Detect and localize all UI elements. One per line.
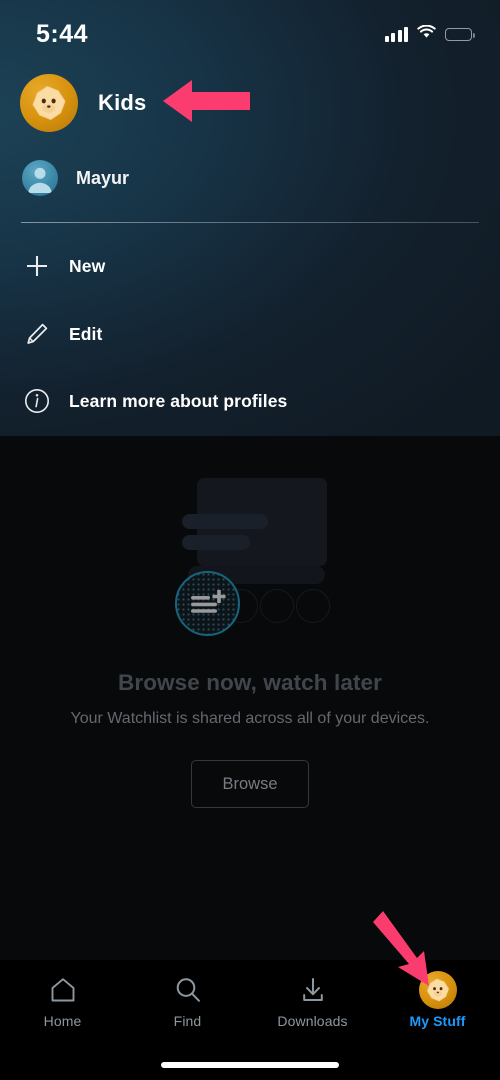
status-bar: 5:44 <box>0 0 500 60</box>
current-profile-row[interactable]: Kids <box>20 74 187 132</box>
illustration-bar-shape <box>182 514 268 529</box>
empty-state-title: Browse now, watch later <box>117 670 383 695</box>
tab-find[interactable]: Find <box>125 974 250 1029</box>
menu-item-edit[interactable]: Edit <box>22 318 102 350</box>
panel-divider <box>21 222 479 224</box>
download-icon <box>297 974 329 1006</box>
add-to-watchlist-icon <box>175 571 240 636</box>
browse-button[interactable]: Browse <box>191 760 309 808</box>
menu-item-label: Edit <box>69 323 103 344</box>
info-circle-icon <box>22 386 52 416</box>
tab-label: Home <box>43 1013 82 1029</box>
tab-my-stuff[interactable]: My Stuff <box>375 971 500 1029</box>
cellular-signal-icon <box>384 26 408 42</box>
tab-label: Find <box>173 1013 202 1029</box>
kids-star-avatar <box>418 971 457 1009</box>
battery-low-icon <box>445 27 475 41</box>
menu-item-learn-more[interactable]: Learn more about profiles <box>22 385 287 417</box>
menu-item-label: New <box>69 255 106 276</box>
pencil-icon <box>22 319 52 349</box>
profile-switcher-panel: Kids Mayur New Edit Learn more about pro… <box>0 0 500 436</box>
empty-state-subtitle: Your Watchlist is shared across all of y… <box>70 710 430 727</box>
illustration-bar-shape <box>182 535 250 550</box>
home-icon <box>47 974 79 1006</box>
home-indicator <box>161 1062 339 1068</box>
empty-state-illustration <box>0 466 500 676</box>
phone-screen: 5:44 Kids Mayur New Edit Learn more abou… <box>0 0 500 1080</box>
wifi-icon <box>417 24 436 44</box>
plus-icon <box>22 251 52 281</box>
profile-list-item-label: Mayur <box>76 167 130 188</box>
illustration-circle-shape <box>296 589 330 623</box>
search-icon <box>172 974 204 1006</box>
status-icon-group <box>384 24 475 44</box>
current-profile-name: Kids <box>98 90 147 115</box>
user-avatar-icon <box>22 160 58 196</box>
kids-star-avatar <box>20 74 78 132</box>
tab-label: My Stuff <box>409 1013 466 1029</box>
menu-item-new[interactable]: New <box>22 250 105 282</box>
tab-label: Downloads <box>277 1013 348 1029</box>
profile-list-item-mayur[interactable]: Mayur <box>22 160 129 196</box>
tab-home[interactable]: Home <box>0 974 125 1029</box>
illustration-circle-shape <box>260 589 294 623</box>
tab-downloads[interactable]: Downloads <box>250 974 375 1029</box>
watchlist-empty-state: Browse now, watch later Your Watchlist i… <box>0 436 500 960</box>
chevron-up-icon[interactable] <box>169 94 187 112</box>
status-time: 5:44 <box>36 19 89 48</box>
menu-item-label: Learn more about profiles <box>69 390 288 411</box>
